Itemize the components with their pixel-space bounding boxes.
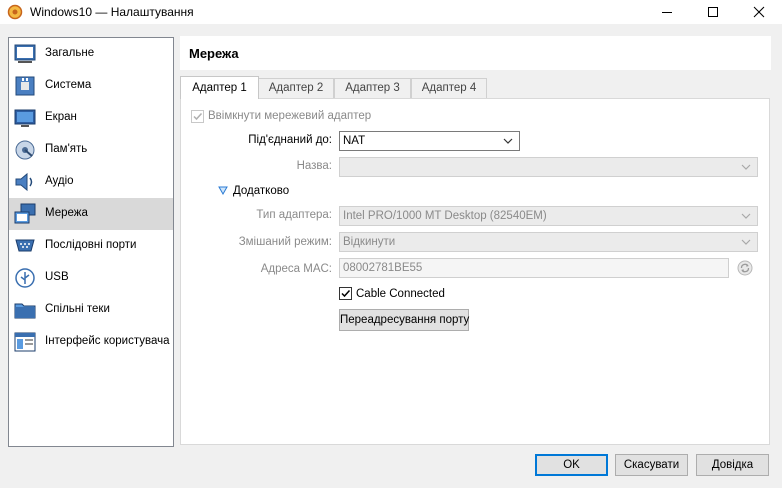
sidebar-item-serial-ports[interactable]: Послідовні порти bbox=[9, 230, 173, 262]
chevron-down-icon bbox=[503, 138, 513, 144]
close-icon bbox=[753, 6, 765, 18]
cable-connected-label: Cable Connected bbox=[356, 288, 445, 300]
shared-folders-icon bbox=[14, 303, 36, 319]
port-forwarding-button[interactable]: Переадресування порту bbox=[339, 309, 469, 331]
ok-button[interactable]: OK bbox=[535, 454, 608, 476]
cable-connected-checkbox[interactable] bbox=[339, 287, 352, 300]
mac-address-label: Адреса MAC: bbox=[260, 263, 332, 275]
checkmark-icon bbox=[341, 289, 351, 298]
usb-icon bbox=[15, 268, 35, 288]
tab-adapter-3[interactable]: Адаптер 3 bbox=[334, 78, 411, 98]
sidebar-item-audio[interactable]: Аудіо bbox=[9, 166, 173, 198]
name-select[interactable] bbox=[339, 157, 758, 177]
maximize-icon bbox=[708, 7, 718, 17]
settings-sidebar: Загальне Система Екран Пам'ять Аудіо Мер… bbox=[8, 37, 174, 447]
title-bar: Windows10 — Налаштування bbox=[0, 0, 782, 24]
promiscuous-mode-select[interactable]: Відкинути bbox=[339, 232, 758, 252]
tab-adapter-2[interactable]: Адаптер 2 bbox=[258, 78, 334, 98]
tab-adapter-4[interactable]: Адаптер 4 bbox=[411, 78, 487, 98]
help-button[interactable]: Довідка bbox=[696, 454, 769, 476]
maximize-button[interactable] bbox=[690, 0, 736, 24]
window-title: Windows10 — Налаштування bbox=[30, 5, 194, 19]
sidebar-item-display[interactable]: Екран bbox=[9, 102, 173, 134]
sidebar-item-network[interactable]: Мережа bbox=[9, 198, 173, 230]
minimize-icon bbox=[662, 12, 672, 13]
page-header: Мережа bbox=[180, 36, 771, 70]
chevron-down-icon bbox=[741, 164, 751, 170]
chevron-down-icon bbox=[741, 213, 751, 219]
sidebar-item-general[interactable]: Загальне bbox=[9, 38, 173, 70]
sidebar-item-storage[interactable]: Пам'ять bbox=[9, 134, 173, 166]
display-icon bbox=[14, 109, 36, 127]
tab-adapter-1[interactable]: Адаптер 1 bbox=[180, 76, 259, 99]
page-title: Мережа bbox=[189, 46, 239, 61]
audio-icon bbox=[15, 172, 33, 192]
chevron-down-icon bbox=[741, 239, 751, 245]
close-button[interactable] bbox=[736, 0, 782, 24]
general-icon bbox=[14, 44, 36, 63]
sidebar-item-user-interface[interactable]: Інтерфейс користувача bbox=[9, 326, 173, 358]
name-label: Назва: bbox=[296, 160, 332, 172]
attached-to-select[interactable]: NAT bbox=[339, 131, 520, 151]
adapter-type-label: Тип адаптера: bbox=[256, 209, 332, 221]
cancel-button[interactable]: Скасувати bbox=[615, 454, 688, 476]
user-interface-icon bbox=[14, 332, 36, 352]
adapter-type-select[interactable]: Intel PRO/1000 MT Desktop (82540EM) bbox=[339, 206, 758, 226]
app-icon bbox=[7, 4, 23, 20]
serial-ports-icon bbox=[15, 239, 35, 252]
enable-adapter-label: Ввімкнути мережевий адаптер bbox=[208, 110, 372, 122]
advanced-toggle[interactable]: Додатково bbox=[233, 185, 289, 197]
sidebar-item-usb[interactable]: USB bbox=[9, 262, 173, 294]
attached-to-label: Під'єднаний до: bbox=[248, 134, 332, 146]
enable-adapter-checkbox[interactable] bbox=[191, 110, 204, 123]
minimize-button[interactable] bbox=[644, 0, 690, 24]
network-icon bbox=[14, 203, 36, 224]
promiscuous-mode-label: Змішаний режим: bbox=[238, 236, 332, 248]
expand-triangle-icon[interactable] bbox=[218, 186, 228, 195]
sidebar-item-shared-folders[interactable]: Спільні теки bbox=[9, 294, 173, 326]
storage-icon bbox=[15, 140, 35, 160]
system-icon bbox=[15, 76, 35, 96]
checkmark-icon bbox=[193, 112, 203, 121]
sidebar-item-system[interactable]: Система bbox=[9, 70, 173, 102]
mac-address-field[interactable]: 08002781BE55 bbox=[339, 258, 729, 278]
refresh-mac-icon[interactable] bbox=[737, 260, 753, 276]
